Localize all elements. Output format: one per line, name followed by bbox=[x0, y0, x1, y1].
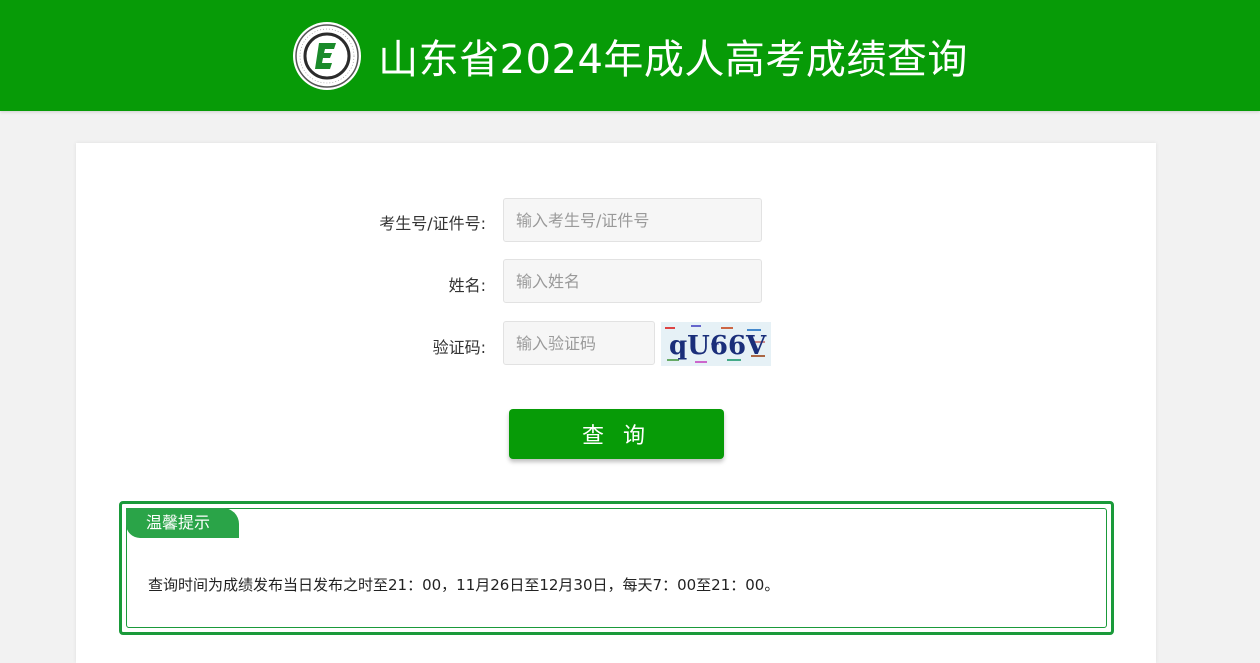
tip-inner-border bbox=[126, 508, 1107, 628]
query-card: 考生号/证件号: 姓名: 验证码: qU66V 查 询 温馨提示 bbox=[76, 143, 1156, 663]
name-input[interactable] bbox=[503, 259, 762, 303]
captcha-text: qU66V bbox=[669, 331, 767, 361]
id-number-input[interactable] bbox=[503, 198, 762, 242]
name-label: 姓名: bbox=[448, 276, 486, 295]
captcha-input[interactable] bbox=[503, 321, 655, 365]
page-title: 山东省2024年成人高考成绩查询 bbox=[378, 36, 968, 83]
id-label: 考生号/证件号: bbox=[379, 214, 486, 233]
captcha-image[interactable]: qU66V bbox=[661, 322, 771, 366]
query-button[interactable]: 查 询 bbox=[509, 409, 724, 459]
tip-title: 温馨提示 bbox=[126, 508, 239, 538]
tip-text: 查询时间为成绩发布当日发布之时至21：00，11月26日至12月30日，每天7：… bbox=[148, 576, 780, 594]
exam-emblem-icon bbox=[292, 21, 362, 91]
captcha-label: 验证码: bbox=[432, 338, 486, 357]
page-header: 山东省2024年成人高考成绩查询 bbox=[0, 0, 1260, 111]
tip-box: 温馨提示 查询时间为成绩发布当日发布之时至21：00，11月26日至12月30日… bbox=[119, 501, 1114, 635]
